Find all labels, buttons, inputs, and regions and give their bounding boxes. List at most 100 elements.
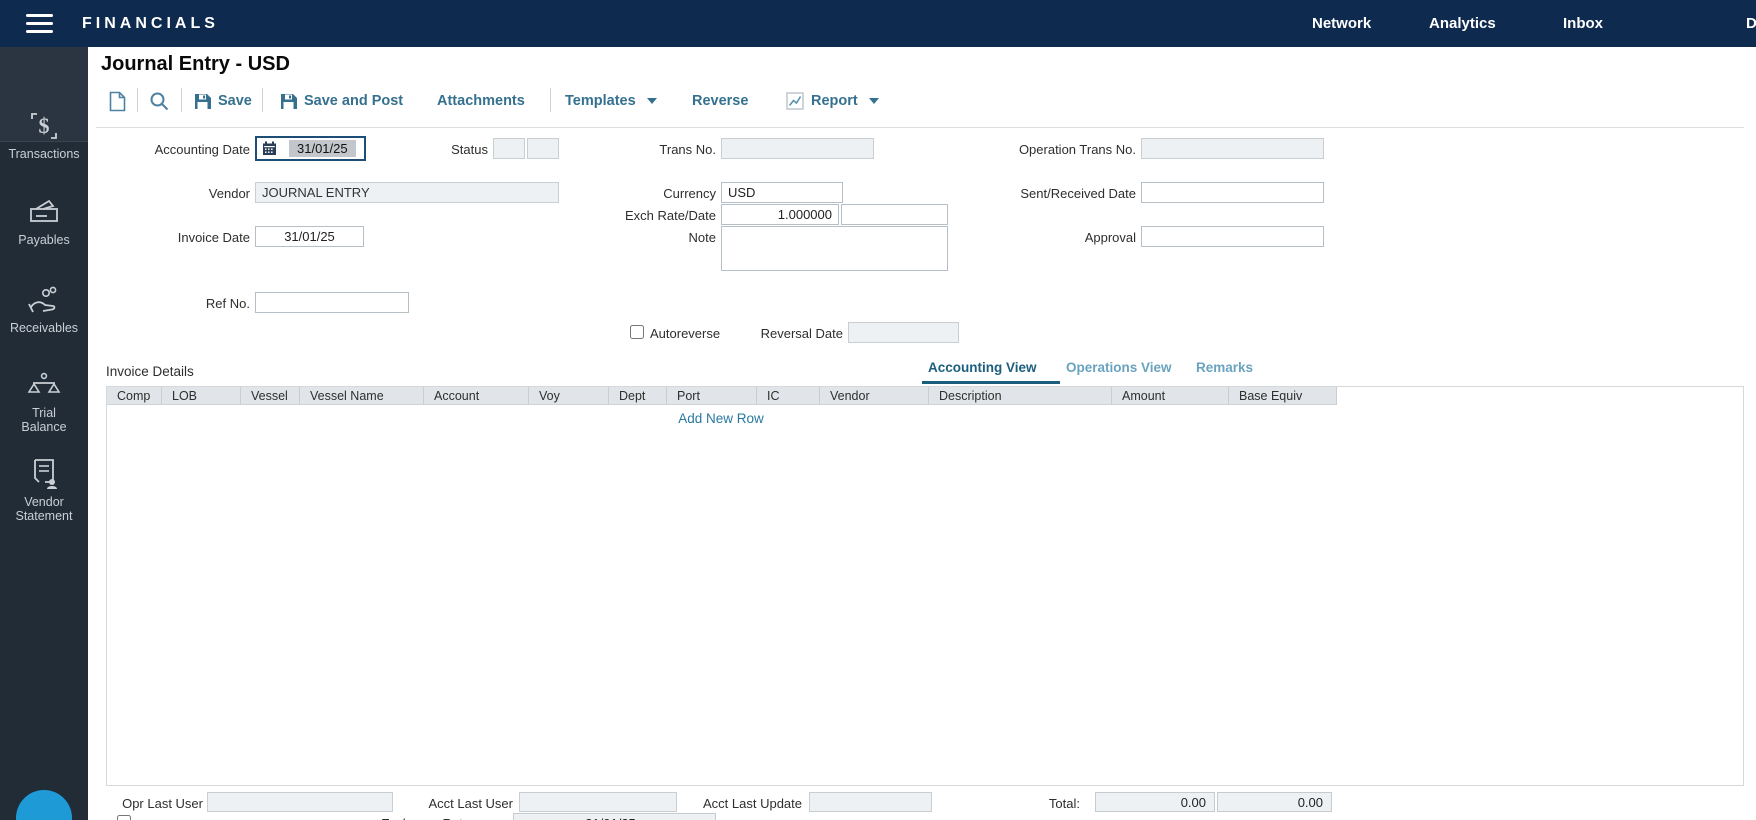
toolbar-divider bbox=[137, 88, 138, 112]
calendar-icon[interactable] bbox=[262, 141, 277, 156]
accounting-date-label: Accounting Date bbox=[90, 142, 250, 157]
templates-dropdown[interactable]: Templates bbox=[565, 88, 657, 114]
search-button[interactable] bbox=[149, 88, 169, 114]
active-tab-underline bbox=[922, 381, 1060, 384]
sidebar-item-payables[interactable]: Payables bbox=[0, 197, 88, 247]
exch-date-field[interactable] bbox=[841, 204, 948, 225]
save-label: Save bbox=[218, 93, 252, 109]
invoice-details-grid: Comp LOB Vessel Vessel Name Account Voy … bbox=[106, 386, 1744, 786]
page-title: Journal Entry - USD bbox=[101, 53, 290, 76]
tab-operations-view[interactable]: Operations View bbox=[1066, 360, 1172, 375]
sidebar-item-receivables[interactable]: Receivables bbox=[0, 285, 88, 335]
column-header-description[interactable]: Description bbox=[929, 387, 1112, 405]
nav-inbox[interactable]: Inbox bbox=[1563, 15, 1603, 32]
tab-accounting-view[interactable]: Accounting View bbox=[928, 360, 1037, 375]
new-document-icon bbox=[109, 91, 126, 112]
trans-no-label: Trans No. bbox=[600, 142, 716, 157]
vendor-field[interactable] bbox=[255, 182, 559, 203]
attachments-button[interactable]: Attachments bbox=[437, 88, 525, 114]
approval-field[interactable] bbox=[1141, 226, 1324, 247]
acct-last-update-field bbox=[809, 792, 932, 812]
column-header-lob[interactable]: LOB bbox=[162, 387, 241, 405]
trans-no-field bbox=[721, 138, 874, 159]
journal-entry-screen: FINANCIALS Network Analytics Inbox D $ T… bbox=[0, 0, 1756, 820]
partial-row-checkbox[interactable] bbox=[117, 815, 131, 820]
column-header-account[interactable]: Account bbox=[424, 387, 529, 405]
statement-person-icon bbox=[27, 457, 61, 491]
save-icon bbox=[194, 93, 211, 110]
sent-received-date-field[interactable] bbox=[1141, 182, 1324, 203]
partial-row-label: Exchange Rate bbox=[340, 816, 470, 820]
invoice-details-label: Invoice Details bbox=[106, 364, 194, 379]
invoice-date-field[interactable] bbox=[255, 226, 364, 247]
acct-last-update-label: Acct Last Update bbox=[682, 796, 802, 811]
total-label: Total: bbox=[1000, 796, 1080, 811]
hand-coins-icon bbox=[26, 285, 62, 317]
nav-partial-item[interactable]: D bbox=[1746, 15, 1756, 32]
chevron-down-icon bbox=[869, 98, 879, 104]
sidebar-item-trial-balance[interactable]: Trial Balance bbox=[0, 372, 88, 434]
approval-label: Approval bbox=[1000, 230, 1136, 245]
add-new-row-link[interactable]: Add New Row bbox=[646, 411, 796, 426]
save-button[interactable]: Save bbox=[194, 88, 252, 114]
nav-network[interactable]: Network bbox=[1312, 15, 1371, 32]
cheque-pen-icon bbox=[27, 197, 61, 229]
currency-label: Currency bbox=[620, 186, 716, 201]
templates-label: Templates bbox=[565, 93, 636, 109]
total-base-equiv-box: 0.00 bbox=[1217, 792, 1332, 812]
status-label: Status bbox=[420, 142, 488, 157]
acct-last-user-field bbox=[519, 792, 677, 812]
ref-no-field[interactable] bbox=[255, 292, 409, 313]
new-document-button[interactable] bbox=[109, 88, 126, 114]
vendor-label: Vendor bbox=[150, 186, 250, 201]
column-header-ic[interactable]: IC bbox=[757, 387, 820, 405]
save-icon bbox=[280, 93, 297, 110]
operation-trans-no-field bbox=[1141, 138, 1324, 159]
app-title: FINANCIALS bbox=[82, 15, 219, 33]
note-field[interactable] bbox=[721, 226, 948, 271]
toolbar-separator bbox=[96, 127, 1744, 128]
sidebar-item-vendor-statement[interactable]: Vendor Statement bbox=[0, 457, 88, 523]
balance-scale-icon bbox=[26, 372, 62, 402]
reverse-button[interactable]: Reverse bbox=[692, 88, 748, 114]
accounting-date-field[interactable]: 31/01/25 bbox=[255, 136, 366, 161]
hamburger-menu-icon[interactable] bbox=[26, 14, 53, 33]
svg-text:$: $ bbox=[39, 113, 50, 138]
autoreverse-checkbox[interactable] bbox=[630, 325, 644, 339]
sidebar-item-transactions[interactable]: $ Transactions bbox=[0, 109, 88, 161]
toolbar-divider bbox=[550, 88, 551, 112]
reversal-date-field bbox=[848, 322, 959, 343]
tab-remarks[interactable]: Remarks bbox=[1196, 360, 1253, 375]
column-header-port[interactable]: Port bbox=[667, 387, 757, 405]
sidebar: $ Transactions Payables Receivables bbox=[0, 47, 88, 820]
column-header-vessel[interactable]: Vessel bbox=[241, 387, 300, 405]
exch-rate-date-label: Exch Rate/Date bbox=[560, 208, 716, 223]
column-header-vendor[interactable]: Vendor bbox=[820, 387, 929, 405]
report-dropdown[interactable]: Report bbox=[786, 88, 879, 114]
currency-field[interactable] bbox=[721, 182, 843, 203]
column-header-vessel-name[interactable]: Vessel Name bbox=[300, 387, 424, 405]
column-header-base-equiv[interactable]: Base Equiv bbox=[1229, 387, 1337, 405]
column-header-comp[interactable]: Comp bbox=[107, 387, 162, 405]
column-header-amount[interactable]: Amount bbox=[1112, 387, 1229, 405]
status-box-1 bbox=[493, 138, 525, 159]
nav-analytics[interactable]: Analytics bbox=[1429, 15, 1496, 32]
reverse-label: Reverse bbox=[692, 93, 748, 109]
sent-received-date-label: Sent/Received Date bbox=[1000, 186, 1136, 201]
report-chart-icon bbox=[786, 92, 804, 110]
attachments-label: Attachments bbox=[437, 93, 525, 109]
chat-widget-button[interactable] bbox=[16, 790, 72, 820]
acct-last-user-label: Acct Last User bbox=[410, 796, 513, 811]
report-label: Report bbox=[811, 93, 858, 109]
opr-last-user-label: Opr Last User bbox=[100, 796, 203, 811]
save-and-post-button[interactable]: Save and Post bbox=[280, 88, 403, 114]
column-header-voy[interactable]: Voy bbox=[529, 387, 609, 405]
partial-row-value-box: 31/01/25 bbox=[513, 813, 716, 820]
top-bar: FINANCIALS Network Analytics Inbox D bbox=[0, 0, 1756, 47]
column-header-dept[interactable]: Dept bbox=[609, 387, 667, 405]
status-box-2 bbox=[527, 138, 559, 159]
exch-rate-field[interactable] bbox=[721, 204, 839, 225]
toolbar-divider bbox=[181, 88, 182, 112]
operation-trans-no-label: Operation Trans No. bbox=[960, 142, 1136, 157]
grid-header-row: Comp LOB Vessel Vessel Name Account Voy … bbox=[107, 387, 1337, 405]
